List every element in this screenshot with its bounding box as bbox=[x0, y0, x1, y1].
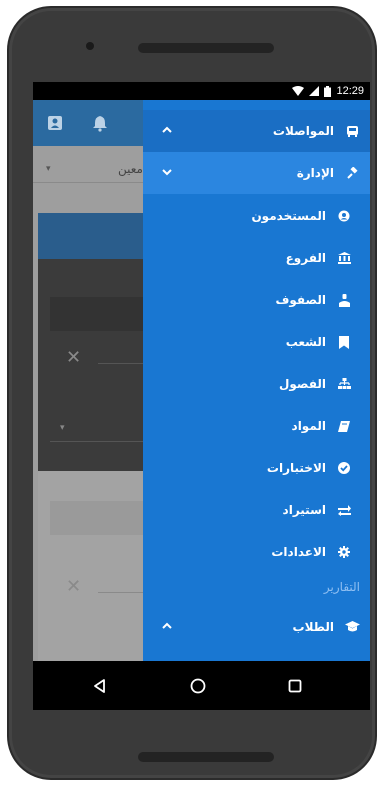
back-icon[interactable] bbox=[89, 675, 111, 697]
drawer-item-branches[interactable]: الفروع bbox=[143, 237, 370, 279]
front-camera bbox=[86, 42, 94, 50]
battery-icon bbox=[324, 85, 332, 97]
user-circle-icon bbox=[336, 208, 352, 224]
bottom-speaker bbox=[138, 752, 274, 762]
bell-icon[interactable] bbox=[91, 114, 109, 132]
drawer-item-subjects[interactable]: المواد bbox=[143, 405, 370, 447]
drawer-item-classes[interactable]: الفصول bbox=[143, 363, 370, 405]
dropdown-arrow-icon: ▾ bbox=[46, 164, 51, 174]
bus-icon bbox=[344, 123, 360, 139]
wifi-icon bbox=[292, 86, 305, 96]
recents-icon[interactable] bbox=[284, 675, 306, 697]
screen: 12:29 ▾ معين ✕ ▾ ✕ المواصلات الإدارة الم… bbox=[33, 82, 370, 710]
background-lower-area: ✕ bbox=[38, 471, 143, 661]
drawer-item-label: الطلاب bbox=[292, 620, 334, 634]
dialog-header bbox=[38, 213, 143, 259]
drawer-item-settings[interactable]: الاعدادات bbox=[143, 531, 370, 573]
drawer-item-label: الاعدادات bbox=[271, 545, 326, 559]
drawer-item-label: الصفوف bbox=[275, 293, 326, 307]
exchange-icon bbox=[336, 502, 352, 518]
drawer-item-label: المواد bbox=[291, 419, 326, 433]
drawer-item-transport[interactable]: المواصلات bbox=[143, 110, 370, 152]
section-header-reports: التقارير bbox=[323, 580, 360, 594]
status-time: 12:29 bbox=[336, 85, 364, 97]
gavel-icon bbox=[344, 165, 360, 181]
lower-field bbox=[50, 501, 143, 535]
dropdown-arrow-icon: ▾ bbox=[60, 423, 65, 433]
institution-icon bbox=[336, 250, 352, 266]
drawer-item-import[interactable]: استيراد bbox=[143, 489, 370, 531]
drawer-item-label: الإدارة bbox=[296, 166, 334, 180]
signal-icon bbox=[309, 86, 320, 96]
background-select: ▾ معين bbox=[33, 158, 143, 188]
check-circle-icon bbox=[336, 460, 352, 476]
gear-icon bbox=[336, 544, 352, 560]
drawer-item-label: الفصول bbox=[278, 377, 326, 391]
sitemap-icon bbox=[336, 376, 352, 392]
book-icon bbox=[336, 418, 352, 434]
navigation-drawer: المواصلات الإدارة المستخدمون الفروع الصف… bbox=[143, 100, 370, 661]
top-speaker bbox=[138, 43, 274, 53]
chevron-down-icon bbox=[162, 169, 172, 176]
select-value: معين bbox=[118, 162, 143, 176]
drawer-item-exams[interactable]: الاختبارات bbox=[143, 447, 370, 489]
graduation-cap-icon bbox=[344, 619, 360, 635]
drawer-item-administration[interactable]: الإدارة bbox=[143, 152, 370, 194]
background-dialog: ✕ ▾ bbox=[38, 213, 143, 471]
drawer-item-label: الاختبارات bbox=[266, 461, 326, 475]
chevron-up-icon bbox=[162, 126, 172, 133]
close-icon: ✕ bbox=[66, 347, 82, 368]
drawer-item-label: المواصلات bbox=[272, 124, 334, 138]
drawer-item-grades[interactable]: الصفوف bbox=[143, 279, 370, 321]
user-tie-icon bbox=[336, 292, 352, 308]
status-bar: 12:29 bbox=[33, 82, 370, 100]
dialog-field bbox=[50, 297, 143, 331]
drawer-item-users[interactable]: المستخدمون bbox=[143, 195, 370, 237]
contact-card-icon[interactable] bbox=[46, 114, 64, 132]
drawer-item-label: الفروع bbox=[285, 251, 326, 265]
drawer-item-label: استيراد bbox=[282, 503, 326, 517]
drawer-item-label: الشعب bbox=[285, 335, 326, 349]
drawer-item-sections[interactable]: الشعب bbox=[143, 321, 370, 363]
bookmark-icon bbox=[336, 334, 352, 350]
drawer-item-students[interactable]: الطلاب bbox=[143, 606, 370, 648]
drawer-item-label: المستخدمون bbox=[251, 209, 326, 223]
home-icon[interactable] bbox=[187, 675, 209, 697]
close-icon: ✕ bbox=[66, 576, 82, 597]
system-navigation-bar bbox=[33, 661, 370, 710]
chevron-up-icon bbox=[162, 622, 172, 629]
